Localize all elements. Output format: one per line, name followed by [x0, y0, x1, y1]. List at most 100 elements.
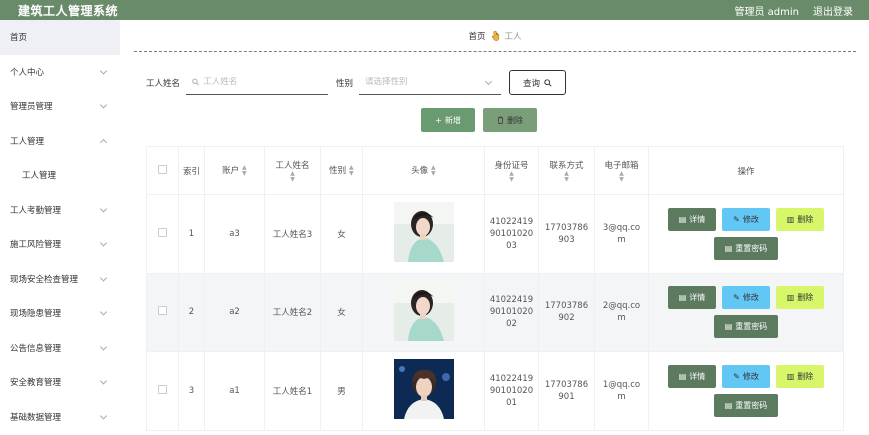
trash-icon: ▥: [786, 214, 795, 224]
sidebar-item-admin-management[interactable]: 管理员管理: [0, 89, 120, 124]
row-checkbox[interactable]: [158, 306, 167, 316]
row-checkbox[interactable]: [158, 227, 167, 237]
sort-icon[interactable]: ▲ ▼: [242, 164, 247, 177]
row-checkbox[interactable]: [158, 384, 167, 394]
delete-button[interactable]: ▥ 删除: [776, 207, 824, 231]
chevron-down-icon: [99, 412, 108, 420]
logout-link[interactable]: 退出登录: [813, 3, 853, 18]
col-phone-label: 联系方式: [549, 160, 584, 171]
avatar[interactable]: [393, 280, 454, 341]
cell-gender: 女: [320, 272, 363, 352]
col-idcard[interactable]: 身份证号 ▲ ▼: [484, 146, 539, 195]
batch-delete-label: 删除: [507, 115, 523, 125]
detail-label: 详情: [689, 214, 706, 224]
edit-button[interactable]: ✎ 修改: [722, 207, 770, 231]
sort-icon[interactable]: ▲ ▼: [564, 170, 569, 183]
reset-password-button[interactable]: ▤ 重置密码: [714, 393, 778, 417]
reset-password-button[interactable]: ▤ 重置密码: [714, 315, 778, 339]
chevron-up-icon: [99, 138, 108, 146]
edit-button[interactable]: ✎ 修改: [722, 286, 770, 310]
phone-line: 903: [558, 234, 575, 245]
cell-avatar: [362, 194, 485, 274]
add-button-label: 新增: [444, 115, 461, 125]
gender-select[interactable]: [359, 71, 502, 95]
chevron-down-icon: [99, 239, 108, 247]
trash-icon: ▥: [786, 371, 795, 381]
chevron-down-icon: [99, 101, 108, 109]
sidebar-item-safety-education[interactable]: 安全教育管理: [0, 365, 120, 400]
table-row: 2 a2 工人姓名2 女 41022419 90101020 02 177037…: [146, 272, 844, 352]
gender-label: 性别: [336, 78, 354, 89]
chevron-down-icon: [99, 343, 108, 351]
sidebar-item-home[interactable]: 首页: [0, 20, 120, 55]
reset-password-label: 重置密码: [735, 322, 768, 332]
delete-label: 删除: [797, 371, 814, 381]
sort-icon[interactable]: ▲ ▼: [619, 170, 624, 183]
cell-avatar: [362, 272, 485, 352]
cell-index: 3: [178, 351, 205, 431]
document-icon: ▤: [724, 400, 733, 410]
detail-button[interactable]: ▤ 详情: [668, 207, 716, 231]
cell-phone: 17703786 901: [538, 351, 595, 431]
delete-button[interactable]: ▥ 删除: [776, 364, 824, 388]
phone-line: 17703786: [544, 222, 589, 233]
sidebar-item-hazard[interactable]: 现场隐患管理: [0, 296, 120, 331]
cell-email: 1@qq.co m: [594, 351, 649, 431]
idcard-line: 41022419: [489, 295, 534, 306]
query-button[interactable]: 查询: [509, 70, 567, 95]
col-phone[interactable]: 联系方式 ▲ ▼: [538, 146, 595, 195]
cell-gender: 女: [320, 194, 363, 274]
avatar[interactable]: [393, 202, 454, 263]
chevron-down-icon: [99, 205, 108, 213]
detail-button[interactable]: ▤ 详情: [668, 286, 716, 310]
current-user: 管理员 admin: [734, 6, 799, 18]
gender-select-input[interactable]: [365, 77, 502, 87]
phone-line: 901: [558, 391, 575, 402]
delete-button[interactable]: ▥ 删除: [776, 286, 824, 310]
breadcrumb-home[interactable]: 首页: [468, 30, 485, 42]
col-account-label: 账户: [222, 166, 240, 177]
detail-button[interactable]: ▤ 详情: [668, 364, 716, 388]
breadcrumb-current: 工人: [504, 31, 522, 42]
add-button[interactable]: + 新增: [421, 108, 475, 132]
cell-name: 工人姓名1: [264, 351, 321, 431]
email-line: 1@qq.co: [602, 379, 641, 390]
pencil-icon: ✎: [733, 214, 740, 224]
sidebar-item-base-data[interactable]: 基础数据管理: [0, 400, 120, 435]
sidebar-item-personal-center[interactable]: 个人中心: [0, 55, 120, 90]
delete-label: 删除: [797, 293, 814, 303]
sort-icon[interactable]: ▲ ▼: [431, 164, 436, 177]
sidebar-item-worker-management[interactable]: 工人管理: [0, 124, 120, 159]
chevron-down-icon: [99, 308, 108, 316]
reset-password-button[interactable]: ▤ 重置密码: [714, 236, 778, 260]
sidebar-item-notice[interactable]: 公告信息管理: [0, 331, 120, 366]
sort-icon[interactable]: ▲ ▼: [290, 170, 295, 183]
chevron-down-icon: [99, 274, 108, 282]
col-account[interactable]: 账户 ▲ ▼: [204, 146, 265, 195]
sort-icon[interactable]: ▲ ▼: [509, 170, 514, 183]
sort-icon[interactable]: ▲ ▼: [349, 164, 354, 177]
batch-delete-button[interactable]: 删除: [483, 108, 537, 132]
col-avatar[interactable]: 头像 ▲ ▼: [362, 146, 485, 195]
row-actions: ▤ 详情 ✎ 修改 ▥ 删除 ▤ 重置密码: [666, 207, 826, 260]
col-name[interactable]: 工人姓名 ▲ ▼: [264, 146, 321, 195]
chevron-down-icon: [99, 377, 108, 385]
sidebar-item-safety-inspection[interactable]: 现场安全检查管理: [0, 262, 120, 297]
idcard-line: 90101020: [489, 385, 534, 396]
col-email[interactable]: 电子邮箱 ▲ ▼: [594, 146, 649, 195]
col-gender[interactable]: 性别 ▲ ▼: [320, 146, 363, 195]
sidebar-item-construction-risk[interactable]: 施工风险管理: [0, 227, 120, 262]
col-gender-label: 性别: [329, 166, 347, 177]
worker-name-input[interactable]: [203, 77, 329, 87]
cell-idcard: 41022419 90101020 01: [484, 351, 539, 431]
sidebar-item-attendance[interactable]: 工人考勤管理: [0, 193, 120, 228]
detail-label: 详情: [689, 293, 706, 303]
worker-name-label: 工人姓名: [146, 78, 181, 89]
sidebar-subitem-worker-management[interactable]: 工人管理: [0, 158, 120, 193]
edit-button[interactable]: ✎ 修改: [722, 364, 770, 388]
sidebar-item-label: 公告信息管理: [10, 343, 62, 354]
avatar[interactable]: [393, 359, 454, 420]
phone-line: 902: [558, 313, 575, 324]
select-all-checkbox[interactable]: [158, 164, 167, 174]
cell-index: 2: [178, 272, 205, 352]
